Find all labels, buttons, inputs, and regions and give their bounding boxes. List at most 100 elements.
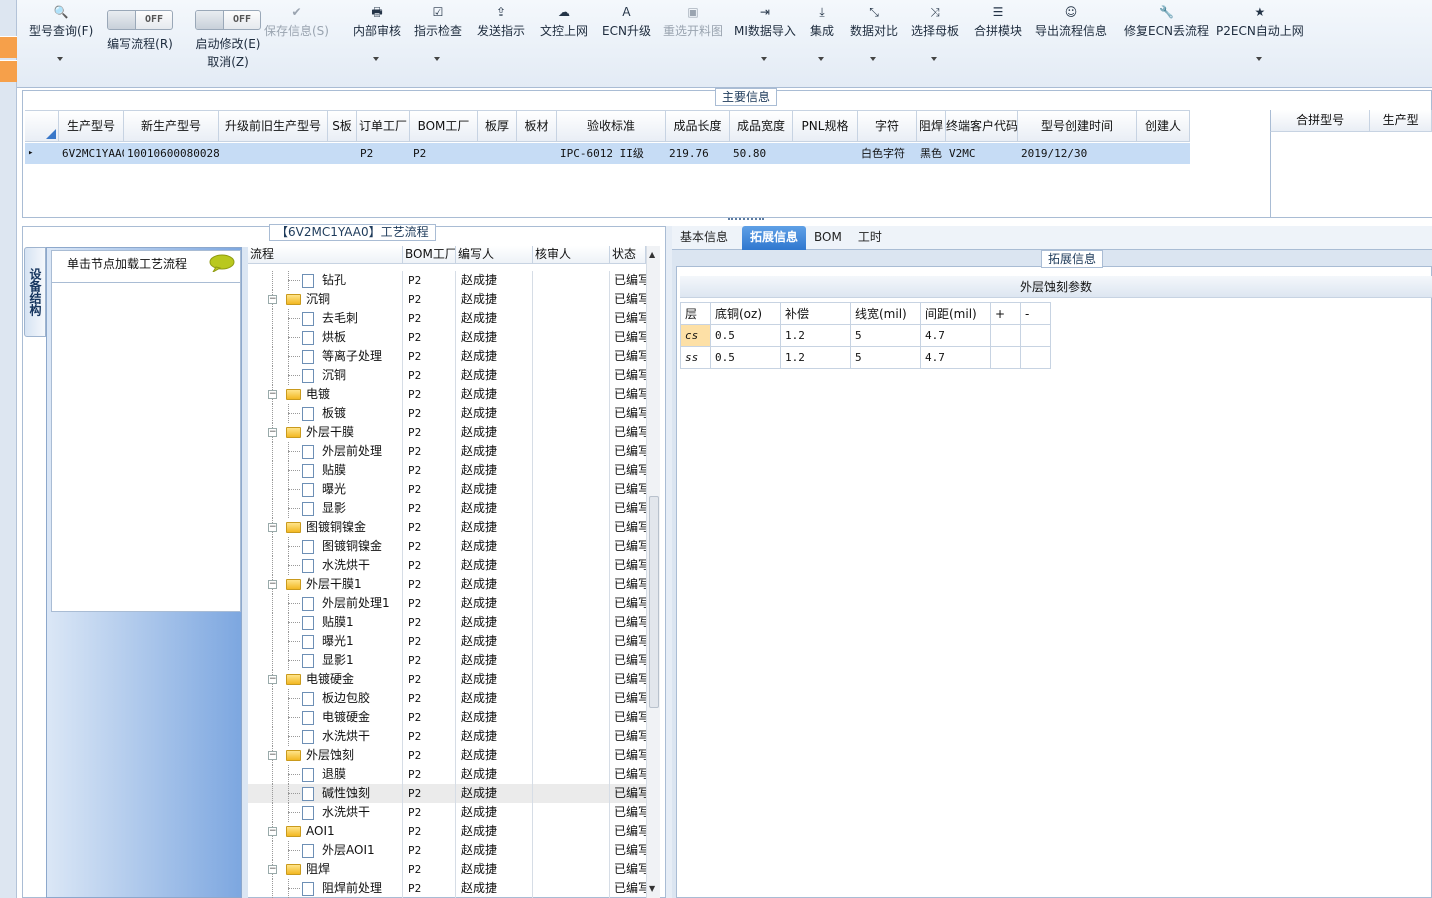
table-row[interactable]: 显影 P2 赵成捷 已编写 bbox=[248, 499, 646, 518]
table-cell[interactable] bbox=[478, 143, 517, 164]
table-row[interactable]: 贴膜1 P2 赵成捷 已编写 bbox=[248, 613, 646, 632]
table-row[interactable]: − 沉铜 P2 赵成捷 已编写 bbox=[248, 290, 646, 309]
tree-node[interactable]: 钻孔 bbox=[248, 271, 403, 290]
tree-node[interactable]: 曝光 bbox=[248, 480, 403, 499]
toolbar-button[interactable]: 🔍 型号查询(F) bbox=[29, 4, 93, 61]
chevron-down-icon[interactable] bbox=[57, 57, 64, 61]
toolbar-button[interactable]: ⤓ 集成 bbox=[810, 4, 834, 61]
table-cell[interactable]: 4.7 bbox=[920, 324, 991, 347]
scroll-down-icon[interactable]: ▼ bbox=[649, 884, 655, 893]
toolbar-button[interactable]: Ａ ECN升级 bbox=[602, 4, 651, 39]
toolbar-button[interactable]: ☁ 文控上网 bbox=[540, 4, 588, 39]
table-row[interactable]: 阻焊前处理 P2 赵成捷 已编写 bbox=[248, 879, 646, 898]
tree-node[interactable]: 等离子处理 bbox=[248, 347, 403, 366]
collapse-toggle-icon[interactable]: − bbox=[268, 523, 277, 532]
table-cell[interactable]: P2 bbox=[410, 143, 478, 164]
table-row[interactable]: − 外层蚀刻 P2 赵成捷 已编写 bbox=[248, 746, 646, 765]
table-row[interactable]: 烘板 P2 赵成捷 已编写 bbox=[248, 328, 646, 347]
table-cell[interactable]: cs bbox=[680, 324, 711, 347]
tree-node[interactable]: 烘板 bbox=[248, 328, 403, 347]
toolbar-button[interactable]: ★ P2ECN自动上网 bbox=[1216, 4, 1304, 61]
table-row[interactable]: − 外层干膜 P2 赵成捷 已编写 bbox=[248, 423, 646, 442]
table-row[interactable]: 退膜 P2 赵成捷 已编写 bbox=[248, 765, 646, 784]
tree-node[interactable]: − 阻焊 bbox=[248, 860, 403, 879]
toggle-edit-flow[interactable]: OFF 编写流程(R) bbox=[107, 10, 173, 52]
table-cell[interactable]: 1.2 bbox=[780, 324, 851, 347]
table-row[interactable]: ss 0.5 1.2 5 4.7 bbox=[680, 346, 1051, 369]
table-cell[interactable]: 10010600080028 bbox=[124, 143, 219, 164]
table-row[interactable]: 碱性蚀刻 P2 赵成捷 已编写 bbox=[248, 784, 646, 803]
table-row[interactable]: − 电镀硬金 P2 赵成捷 已编写 bbox=[248, 670, 646, 689]
table-cell[interactable]: P2 bbox=[357, 143, 410, 164]
table-cell[interactable] bbox=[219, 143, 328, 164]
column-header[interactable]: 阻焊 bbox=[917, 111, 946, 141]
chevron-down-icon[interactable] bbox=[870, 57, 876, 61]
table-row[interactable]: 水洗烘干 P2 赵成捷 已编写 bbox=[248, 803, 646, 822]
table-cell[interactable] bbox=[1020, 324, 1051, 347]
table-cell[interactable]: 5 bbox=[850, 346, 921, 369]
column-header[interactable]: 间距(mil) bbox=[920, 302, 991, 325]
table-cell[interactable]: 1.2 bbox=[780, 346, 851, 369]
table-cell[interactable]: 219.76 bbox=[666, 143, 730, 164]
column-header[interactable]: 层 bbox=[680, 302, 711, 325]
tab-basic-info[interactable]: 基本信息 bbox=[672, 226, 736, 250]
chevron-down-icon[interactable] bbox=[373, 57, 379, 61]
column-header[interactable]: 字符 bbox=[858, 111, 917, 141]
table-cell[interactable]: 0.5 bbox=[710, 346, 781, 369]
table-cell[interactable]: 白色字符 bbox=[858, 143, 917, 164]
column-header[interactable]: 板材 bbox=[517, 111, 557, 141]
toolbar-button[interactable]: ⤡ 数据对比 bbox=[850, 4, 898, 61]
table-row[interactable]: 外层AOI1 P2 赵成捷 已编写 bbox=[248, 841, 646, 860]
toggle-switch[interactable]: OFF bbox=[195, 10, 261, 30]
table-row[interactable]: − 图镀铜镍金 P2 赵成捷 已编写 bbox=[248, 518, 646, 537]
tree-node[interactable]: 外层AOI1 bbox=[248, 841, 403, 860]
column-header[interactable]: PNL规格 bbox=[793, 111, 858, 141]
collapse-toggle-icon[interactable]: − bbox=[268, 580, 277, 589]
toggle-enable-edit[interactable]: OFF 启动修改(E) 取消(Z) bbox=[195, 10, 261, 70]
tree-node[interactable]: 水洗烘干 bbox=[248, 803, 403, 822]
collapse-toggle-icon[interactable]: − bbox=[268, 751, 277, 760]
toolbar-button[interactable]: ⤨ 选择母板 bbox=[911, 4, 959, 61]
column-header[interactable]: + bbox=[990, 302, 1021, 325]
toolbar-button[interactable]: ☺ 导出流程信息 bbox=[1035, 4, 1107, 39]
table-cell[interactable]: 黑色 bbox=[917, 143, 946, 164]
column-header[interactable]: 编写人 bbox=[456, 246, 533, 263]
tree-scrollbar[interactable]: ▲ ▼ bbox=[646, 246, 660, 898]
table-row[interactable]: 水洗烘干 P2 赵成捷 已编写 bbox=[248, 727, 646, 746]
table-cell[interactable] bbox=[793, 143, 858, 164]
scroll-up-icon[interactable]: ▲ bbox=[649, 250, 655, 259]
scrollbar-thumb[interactable] bbox=[649, 496, 659, 708]
table-cell[interactable]: 5 bbox=[850, 324, 921, 347]
table-row[interactable]: cs 0.5 1.2 5 4.7 bbox=[680, 324, 1051, 347]
tree-node[interactable]: 阻焊前处理 bbox=[248, 879, 403, 898]
collapse-toggle-icon[interactable]: − bbox=[268, 390, 277, 399]
toolbar-button[interactable]: 🖶 内部审核 bbox=[353, 4, 401, 61]
chevron-down-icon[interactable] bbox=[931, 57, 937, 61]
table-row[interactable]: 显影1 P2 赵成捷 已编写 bbox=[248, 651, 646, 670]
tree-node[interactable]: − AOI1 bbox=[248, 822, 403, 841]
splitter-grip[interactable] bbox=[728, 218, 764, 224]
tab-extended-info[interactable]: 拓展信息 bbox=[742, 226, 807, 250]
collapse-toggle-icon[interactable]: − bbox=[268, 295, 277, 304]
tree-node[interactable]: − 沉铜 bbox=[248, 290, 403, 309]
table-cell[interactable] bbox=[1020, 346, 1051, 369]
toolbar-button[interactable]: ✔ 保存信息(S) bbox=[264, 4, 329, 39]
tree-node[interactable]: 外层前处理 bbox=[248, 442, 403, 461]
table-cell[interactable]: 0.5 bbox=[710, 324, 781, 347]
tree-node[interactable]: − 电镀 bbox=[248, 385, 403, 404]
collapse-toggle-icon[interactable]: − bbox=[268, 827, 277, 836]
column-header[interactable]: 合拼型号 bbox=[1271, 110, 1371, 131]
tree-node[interactable]: 曝光1 bbox=[248, 632, 403, 651]
table-row[interactable]: 板镀 P2 赵成捷 已编写 bbox=[248, 404, 646, 423]
column-header[interactable]: 生产型号 bbox=[59, 111, 124, 141]
tree-node[interactable]: 显影 bbox=[248, 499, 403, 518]
table-row[interactable]: 外层前处理 P2 赵成捷 已编写 bbox=[248, 442, 646, 461]
column-header[interactable]: 状态 bbox=[610, 246, 646, 263]
table-row[interactable]: 等离子处理 P2 赵成捷 已编写 bbox=[248, 347, 646, 366]
table-row[interactable]: 沉铜 P2 赵成捷 已编写 bbox=[248, 366, 646, 385]
chevron-down-icon[interactable] bbox=[434, 57, 440, 61]
table-cell[interactable] bbox=[328, 143, 357, 164]
toolbar-button[interactable]: ⇥ MI数据导入 bbox=[734, 4, 796, 61]
table-row[interactable]: − 阻焊 P2 赵成捷 已编写 bbox=[248, 860, 646, 879]
tree-node[interactable]: 板边包胶 bbox=[248, 689, 403, 708]
